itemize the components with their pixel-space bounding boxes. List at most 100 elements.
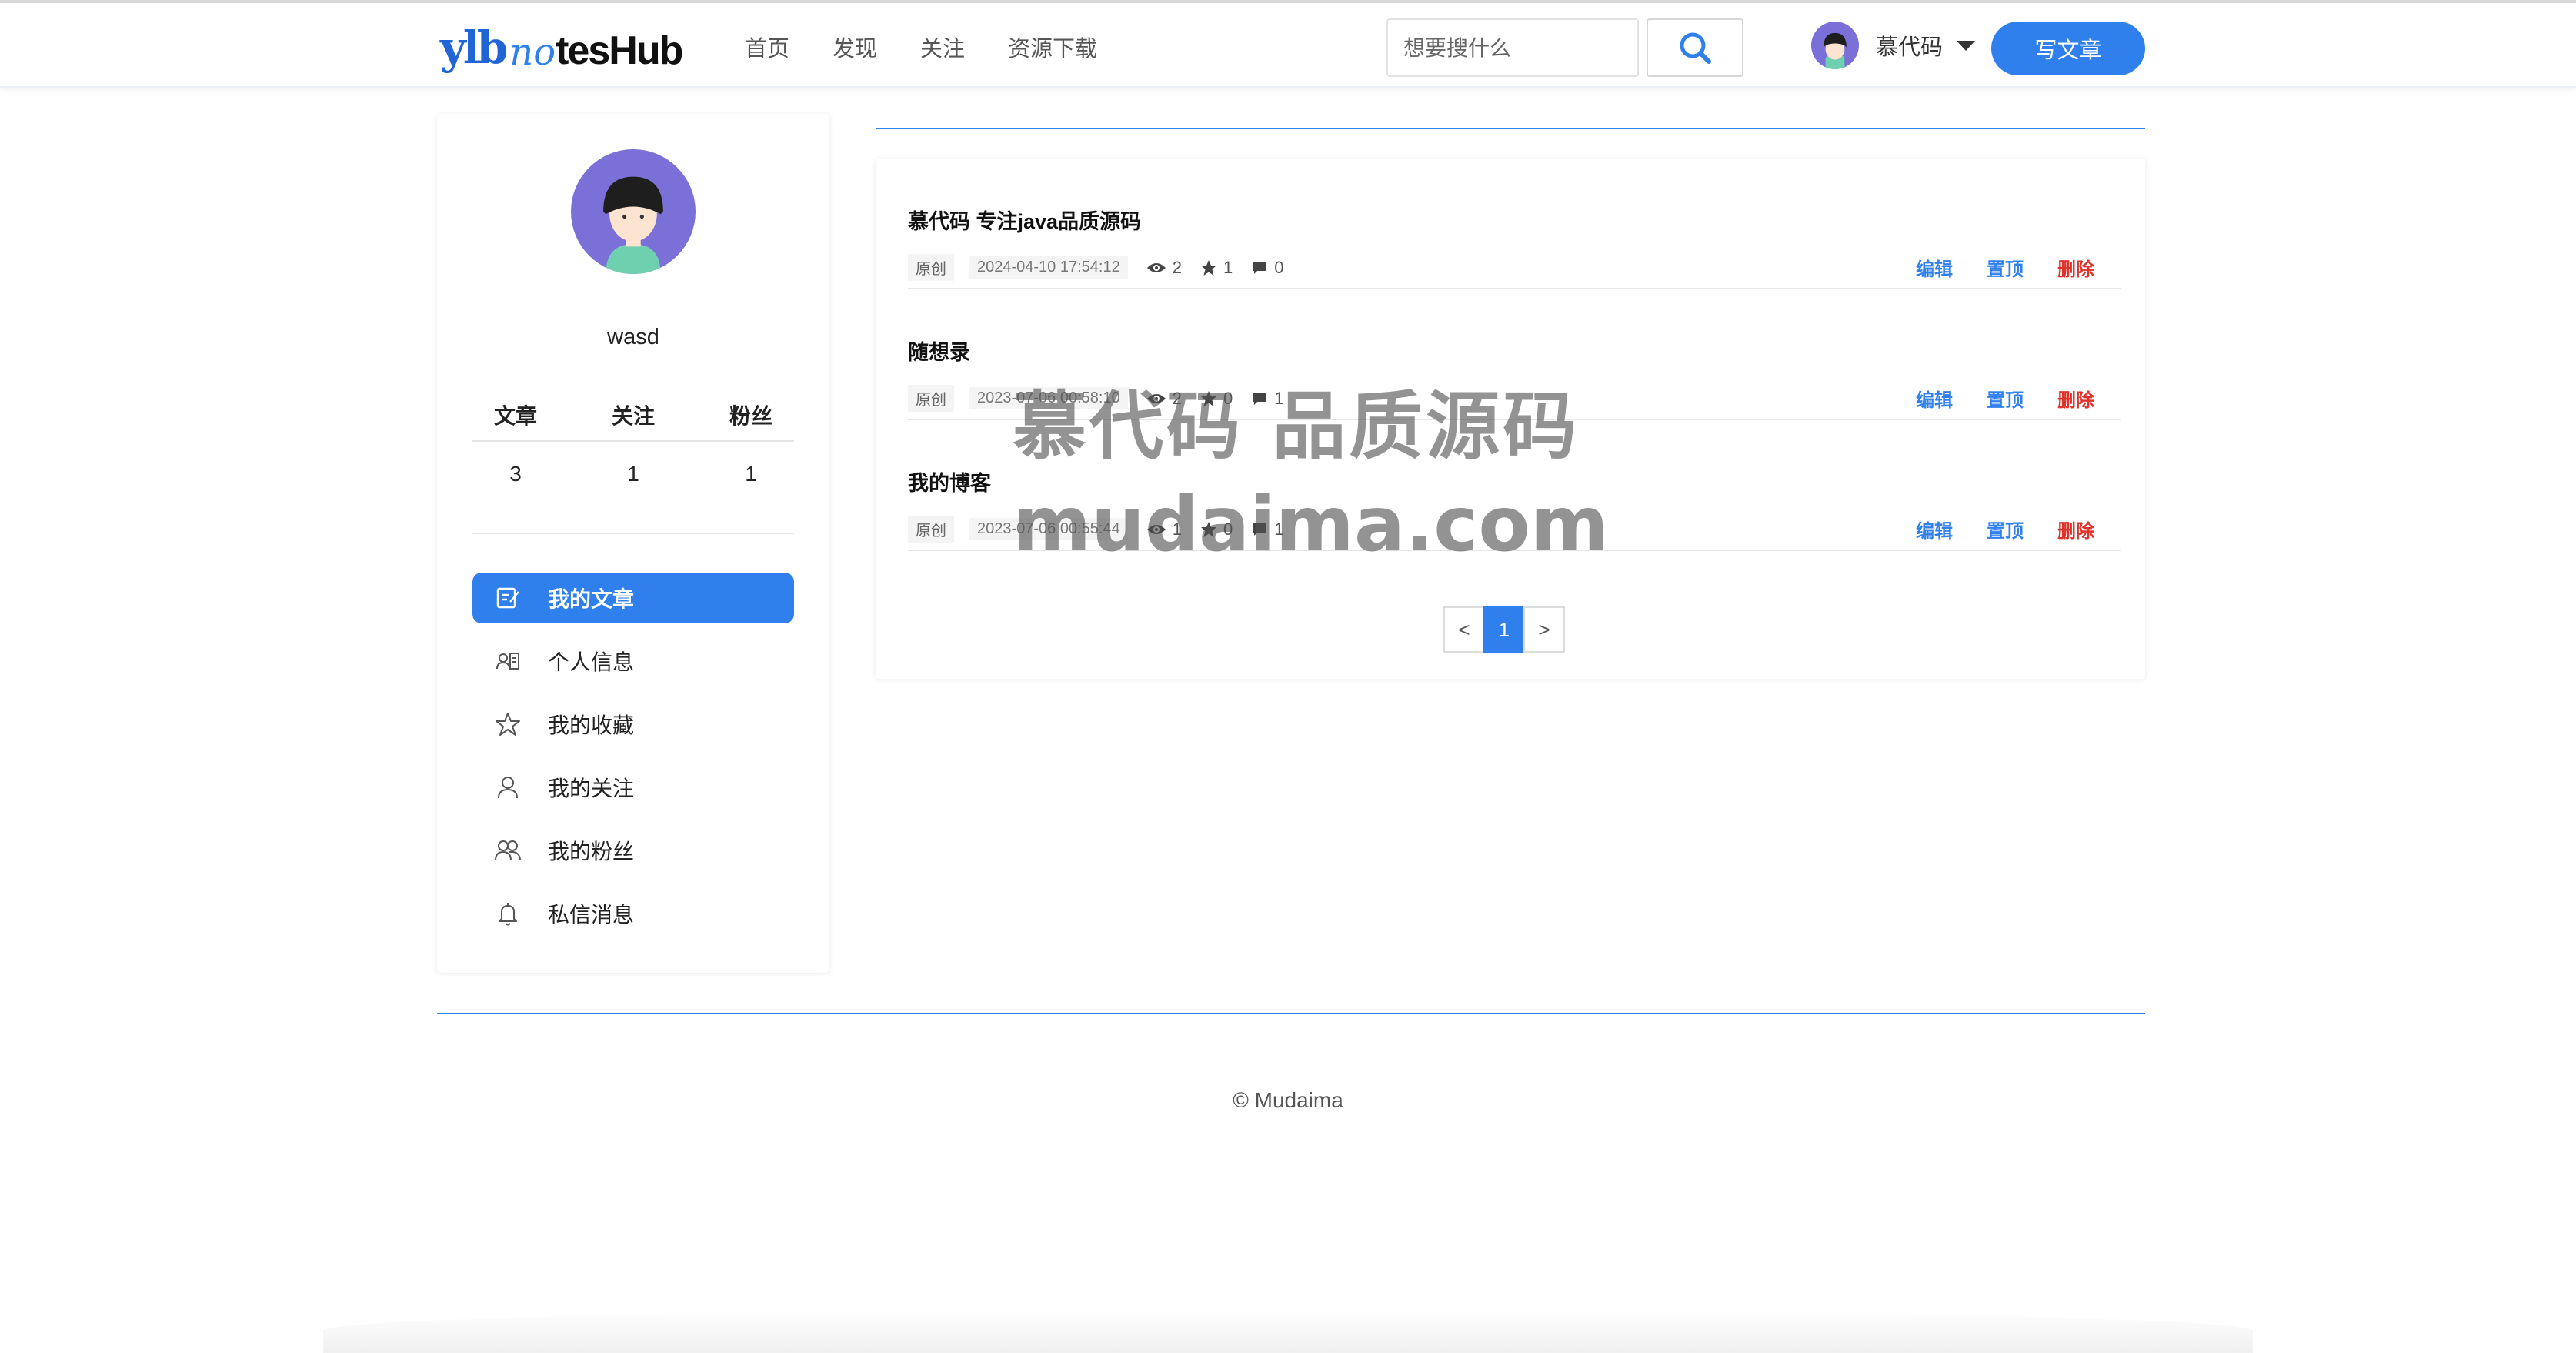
header: ylb no tesHub 首页 发现 关注 资源下载 想要搜什么 慕代码 写文…	[0, 3, 2576, 88]
nav-discover[interactable]: 发现	[833, 31, 877, 63]
profile-sidebar: wasd 文章 关注 粉丝 3 1 1 我的文章 个人信息 我的收藏 我的关注 …	[437, 114, 829, 973]
edit-icon	[494, 584, 522, 612]
logo-part-2: no	[509, 31, 556, 74]
stars-count: 1	[1200, 258, 1233, 278]
article-actions: 编辑 置顶 删除	[1916, 254, 2094, 281]
sidebar-item-label: 个人信息	[548, 650, 635, 674]
article-meta: 原创 2023-07-06 00:58:10 2 0 1	[908, 385, 1283, 412]
search-input[interactable]	[1386, 18, 1639, 77]
search-icon	[1680, 32, 1711, 64]
stat-label-fans: 粉丝	[729, 404, 772, 428]
nav-home[interactable]: 首页	[745, 31, 789, 63]
sidebar-menu: 我的文章 个人信息 我的收藏 我的关注 我的粉丝 私信消息	[472, 573, 794, 951]
star-icon	[494, 710, 522, 738]
sidebar-item-label: 我的收藏	[548, 713, 635, 737]
delete-button[interactable]: 删除	[2057, 385, 2094, 412]
edit-button[interactable]: 编辑	[1916, 385, 1953, 412]
article-actions: 编辑 置顶 删除	[1916, 516, 2094, 543]
list-item: 慕代码 专注java品质源码 原创 2024-04-10 17:54:12 2 …	[908, 159, 2121, 289]
pin-button[interactable]: 置顶	[1987, 516, 2024, 543]
main-nav: 首页 发现 关注 资源下载	[745, 31, 1097, 63]
article-actions: 编辑 置顶 删除	[1916, 385, 2094, 412]
sidebar-item-label: 我的关注	[548, 777, 635, 800]
star-icon	[1200, 390, 1216, 406]
comment-icon	[1253, 523, 1267, 536]
star-icon	[1200, 521, 1216, 537]
article-date: 2023-07-06 00:58:10	[969, 387, 1128, 409]
list-item: 我的博客 原创 2023-07-06 00:55:44 1 0 1 编辑 置顶 …	[908, 420, 2121, 551]
profile-stats: 文章 关注 粉丝 3 1 1	[472, 389, 794, 506]
prev-page-button[interactable]: <	[1443, 606, 1485, 653]
article-type-badge: 原创	[908, 516, 954, 543]
profile-avatar	[571, 149, 696, 274]
user-name: 慕代码	[1876, 35, 1944, 60]
article-title[interactable]: 随想录	[908, 336, 970, 366]
article-type-badge: 原创	[908, 385, 954, 412]
copyright: © Mudaima	[1233, 1088, 1343, 1112]
views-count: 2	[1146, 389, 1182, 409]
comment-icon	[1253, 392, 1267, 405]
eye-icon	[1146, 524, 1166, 534]
stat-value-articles[interactable]: 3	[492, 462, 539, 486]
article-title[interactable]: 我的博客	[908, 466, 991, 496]
users-icon	[494, 837, 522, 864]
stat-label-articles: 文章	[493, 404, 537, 428]
page: ylb no tesHub 首页 发现 关注 资源下载 想要搜什么 慕代码 写文…	[0, 0, 2576, 1353]
write-article-button[interactable]: 写文章	[1991, 22, 2145, 75]
eye-icon	[1146, 393, 1166, 403]
stat-value-following[interactable]: 1	[610, 462, 656, 486]
article-title[interactable]: 慕代码 专注java品质源码	[908, 205, 1141, 235]
sidebar-item-messages[interactable]: 私信消息	[472, 888, 794, 939]
article-date: 2024-04-10 17:54:12	[969, 256, 1128, 279]
profile-name: wasd	[607, 325, 659, 349]
id-card-icon	[494, 647, 522, 675]
stat-label-following: 关注	[611, 404, 655, 428]
pagination: < 1 >	[1443, 606, 1565, 653]
stat-value-fans[interactable]: 1	[728, 462, 774, 486]
article-meta: 原创 2024-04-10 17:54:12 2 1 0	[908, 254, 1283, 281]
nav-downloads[interactable]: 资源下载	[1008, 31, 1097, 63]
footer-divider	[437, 1013, 2145, 1014]
logo-part-3: tesHub	[556, 28, 683, 73]
logo-part-1: ylb	[440, 22, 508, 74]
star-icon	[1200, 259, 1216, 276]
sidebar-item-label: 我的粉丝	[548, 840, 635, 864]
delete-button[interactable]: 删除	[2057, 254, 2094, 281]
current-page-button[interactable]: 1	[1483, 606, 1525, 653]
sidebar-item-label: 我的文章	[548, 587, 635, 611]
article-date: 2023-07-06 00:55:44	[969, 518, 1128, 540]
sidebar-item-fans[interactable]: 我的粉丝	[472, 825, 794, 876]
sidebar-item-label: 私信消息	[548, 903, 635, 927]
next-page-button[interactable]: >	[1523, 606, 1565, 653]
article-list-card: 慕代码 专注java品质源码 原创 2024-04-10 17:54:12 2 …	[876, 159, 2145, 679]
logo[interactable]: ylb no tesHub	[440, 22, 683, 74]
sidebar-item-profile-info[interactable]: 个人信息	[472, 636, 794, 687]
nav-follow[interactable]: 关注	[920, 31, 965, 63]
pin-button[interactable]: 置顶	[1987, 254, 2024, 281]
delete-button[interactable]: 删除	[2057, 516, 2094, 543]
search-button[interactable]	[1647, 18, 1743, 77]
comments-count: 1	[1251, 389, 1283, 409]
pin-button[interactable]: 置顶	[1987, 385, 2024, 412]
views-count: 2	[1146, 258, 1182, 278]
sidebar-item-favorites[interactable]: 我的收藏	[472, 699, 794, 750]
content-top-divider	[876, 128, 2145, 129]
bottom-shadow	[323, 1308, 2253, 1353]
sidebar-item-following[interactable]: 我的关注	[472, 762, 794, 813]
article-meta: 原创 2023-07-06 00:55:44 1 0 1	[908, 516, 1283, 543]
sidebar-item-my-articles[interactable]: 我的文章	[472, 573, 794, 623]
edit-button[interactable]: 编辑	[1916, 254, 1953, 281]
eye-icon	[1146, 262, 1166, 272]
views-count: 1	[1146, 519, 1182, 540]
comments-count: 0	[1251, 258, 1283, 278]
list-item: 随想录 原创 2023-07-06 00:58:10 2 0 1 编辑 置顶 删…	[908, 289, 2121, 420]
edit-button[interactable]: 编辑	[1916, 516, 1953, 543]
chevron-down-icon	[1957, 40, 1976, 51]
divider	[472, 533, 794, 534]
bell-icon	[494, 900, 522, 927]
stars-count: 0	[1200, 519, 1233, 540]
avatar	[1811, 22, 1859, 69]
article-type-badge: 原创	[908, 254, 954, 281]
user-icon	[494, 773, 522, 801]
user-menu[interactable]: 慕代码	[1811, 22, 1976, 69]
